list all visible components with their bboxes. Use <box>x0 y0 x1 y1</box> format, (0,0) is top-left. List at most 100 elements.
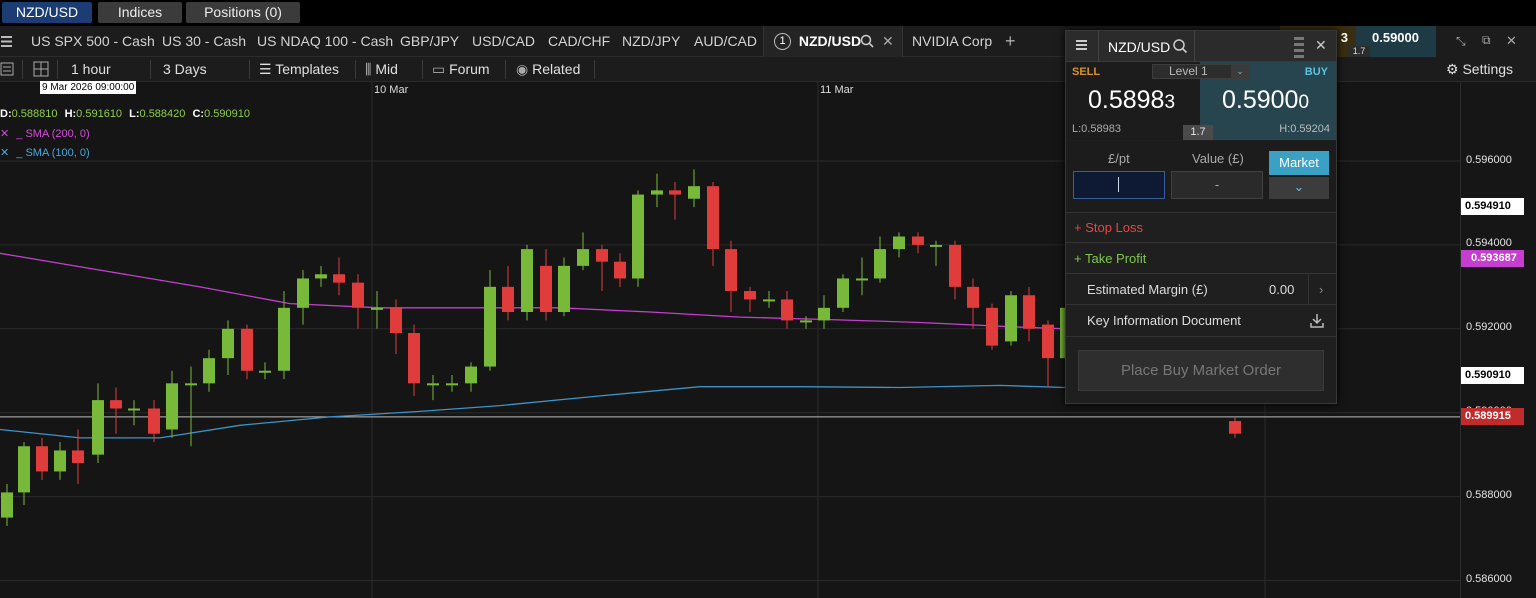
candle-body-2 <box>36 446 48 472</box>
stop-loss-toggle[interactable]: + Stop Loss <box>1066 213 1336 243</box>
candle-body-24 <box>446 383 458 386</box>
collapse-icon[interactable]: ⤡ <box>1456 34 1466 49</box>
range-select[interactable]: 3 Days <box>163 57 207 82</box>
candle-body-56 <box>1042 324 1054 359</box>
instrument-tab-nzd-jpy[interactable]: NZD/JPY <box>622 26 680 57</box>
value-input[interactable]: - <box>1171 171 1263 199</box>
market-order-type-button[interactable]: Market <box>1269 151 1329 175</box>
candle-body-22 <box>408 332 420 384</box>
order-type-chevron-down-icon[interactable]: ⌄ <box>1269 177 1329 199</box>
instrument-tab-nvidia[interactable]: NVIDIA Corp <box>912 26 992 57</box>
instrument-tab-aud-cad[interactable]: AUD/CAD <box>694 26 757 57</box>
ohlc-high: 0.591610 <box>76 108 123 120</box>
candle-body-15 <box>278 307 290 371</box>
settings-label: Settings <box>1462 61 1514 77</box>
instrument-tab-us-30[interactable]: US 30 - Cash <box>162 26 246 57</box>
level-select[interactable]: Level 1 ⌄ <box>1152 64 1250 79</box>
per-point-input[interactable] <box>1073 171 1165 199</box>
mini-buy-price: 0.59000 <box>1372 30 1419 45</box>
eye-icon: ◉ <box>516 61 529 77</box>
instrument-tab-active[interactable]: 1 NZD/USD ✕ <box>763 26 903 57</box>
instrument-tab-us-spx-500[interactable]: US SPX 500 - Cash <box>31 26 155 57</box>
take-profit-toggle[interactable]: + Take Profit <box>1066 243 1336 274</box>
layout-grid-icon[interactable] <box>33 57 49 82</box>
candle-body-18 <box>333 274 345 283</box>
candle-body-58 <box>1229 421 1241 434</box>
spread-badge: 1.7 <box>1183 125 1213 140</box>
hamburger-menu-icon[interactable] <box>1 26 15 57</box>
high-price: H:0.59204 <box>1279 123 1330 135</box>
mini-sell-price: 3 <box>1340 30 1348 45</box>
hover-date-label: 9 Mar 2026 09:00:00 <box>40 81 137 94</box>
instrument-tab-gbp-jpy[interactable]: GBP/JPY <box>400 26 459 57</box>
ticket-close-icon[interactable]: ✕ <box>1315 37 1327 54</box>
candle-body-52 <box>967 286 979 308</box>
drag-handle-icon[interactable]: ▬ ▬ ▬ ▬ <box>1294 33 1304 61</box>
candle-body-27 <box>502 286 514 313</box>
sma100-legend[interactable]: ✕ _ SMA (100, 0) <box>0 146 90 159</box>
close-tab-icon[interactable]: ✕ <box>882 26 894 57</box>
related-button[interactable]: ◉ Related <box>516 57 580 82</box>
instrument-tab-usd-cad[interactable]: USD/CAD <box>472 26 535 57</box>
ticket-header: NZD/USD ▬ ▬ ▬ ▬ ✕ <box>1066 31 1336 62</box>
candle-body-19 <box>352 282 364 308</box>
buy-price-pip: 0 <box>1298 92 1310 113</box>
tab-indices[interactable]: Indices <box>98 2 182 23</box>
download-icon[interactable] <box>1310 305 1324 349</box>
candle-body-46 <box>856 278 868 281</box>
active-tab-label: NZD/USD <box>798 33 862 49</box>
candle-body-37 <box>688 186 700 199</box>
templates-icon: ☰ <box>259 61 272 77</box>
buy-price-main: 0.5900 <box>1222 86 1299 114</box>
candle-body-10 <box>185 383 197 386</box>
ticket-menu-icon[interactable] <box>1076 38 1088 57</box>
candle-body-0 <box>1 492 13 518</box>
per-point-label: £/pt <box>1108 151 1130 166</box>
templates-button[interactable]: ☰ Templates <box>259 57 339 82</box>
trading-app: NZD/USD Indices Positions (0) US SPX 500… <box>0 0 1536 598</box>
interval-select[interactable]: 1 hour <box>71 57 111 82</box>
add-tab-icon[interactable]: + <box>1005 26 1016 57</box>
instrument-tab-cad-chf[interactable]: CAD/CHF <box>548 26 610 57</box>
ohlc-low: 0.588420 <box>139 108 186 120</box>
ohlc-low-label: L: <box>129 108 140 120</box>
tab-positions[interactable]: Positions (0) <box>186 2 300 23</box>
list-view-icon[interactable] <box>0 57 14 82</box>
current-price-label: 0.589915 <box>1461 408 1524 425</box>
candle-body-21 <box>390 307 402 333</box>
candle-body-38 <box>707 186 719 250</box>
candle-body-53 <box>986 307 998 346</box>
close-panel-icon[interactable]: ✕ <box>1506 33 1517 49</box>
top-tab-bar: NZD/USD Indices Positions (0) <box>0 0 1536 26</box>
estimated-margin-value: 0.00 <box>1269 282 1295 297</box>
candle-body-55 <box>1023 295 1035 329</box>
mid-button[interactable]: ⫼ Mid <box>365 57 398 82</box>
kid-label: Key Information Document <box>1087 313 1241 328</box>
kid-row[interactable]: Key Information Document <box>1066 305 1336 337</box>
instrument-tab-us-ndaq-100[interactable]: US NDAQ 100 - Cash <box>257 26 393 57</box>
place-order-button[interactable]: Place Buy Market Order <box>1078 350 1324 391</box>
mid-label: Mid <box>375 61 398 77</box>
sma200-legend[interactable]: ✕ _ SMA (200, 0) <box>0 127 90 140</box>
low-price: L:0.58983 <box>1072 123 1121 135</box>
mini-spread: 1.7 <box>1348 46 1370 57</box>
candle-body-51 <box>949 244 961 287</box>
candle-body-33 <box>614 261 626 279</box>
chevron-right-icon[interactable]: › <box>1319 274 1323 305</box>
ohlc-high-label: H: <box>64 108 77 120</box>
candles <box>1 169 1241 526</box>
candle-body-17 <box>315 274 327 279</box>
candle-body-43 <box>800 320 812 323</box>
candle-body-25 <box>465 366 477 384</box>
ticket-symbol: NZD/USD <box>1108 39 1171 55</box>
tab-nzd-usd[interactable]: NZD/USD <box>2 2 92 23</box>
settings-button[interactable]: ⚙ Settings <box>1446 57 1513 82</box>
forum-button[interactable]: ▭ Forum <box>432 57 490 82</box>
popout-icon[interactable]: ⧉ <box>1482 33 1491 48</box>
sma200-price-label: 0.593687 <box>1461 250 1524 267</box>
candle-body-29 <box>540 265 552 313</box>
estimated-margin-row: Estimated Margin (£) 0.00 › <box>1066 274 1336 305</box>
candle-body-14 <box>259 370 271 373</box>
candle-body-32 <box>596 249 608 262</box>
price-tick-0: 0.596000 <box>1466 154 1512 166</box>
